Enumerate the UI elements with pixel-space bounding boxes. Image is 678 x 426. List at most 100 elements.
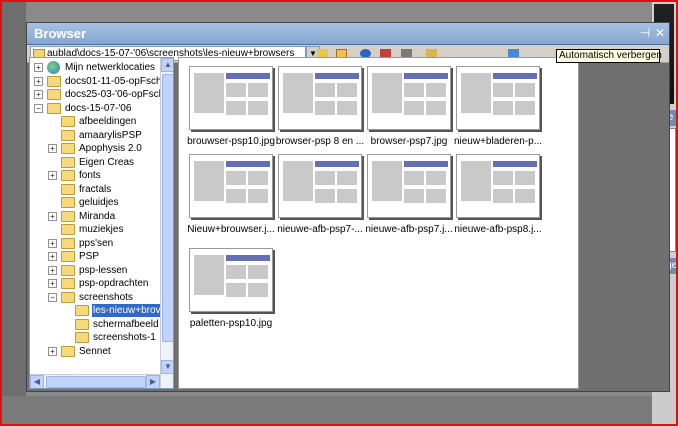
folder-icon	[61, 143, 75, 154]
tree-item-label: fractals	[79, 183, 112, 195]
thumbnail-item[interactable]: nieuwe-afb-psp7-...	[276, 154, 364, 244]
thumbnail-item[interactable]: nieuwe-afb-psp7.j...	[365, 154, 453, 244]
thumbnail-detail	[404, 171, 424, 185]
close-icon[interactable]: ✕	[654, 27, 666, 40]
tree-item-label: psp-opdrachten	[79, 278, 149, 289]
thumbnail-detail	[226, 265, 246, 279]
expand-icon[interactable]: +	[34, 76, 43, 86]
scroll-thumb[interactable]	[162, 74, 173, 342]
thumbnail-image[interactable]	[367, 154, 451, 218]
thumbnail-detail	[461, 161, 491, 201]
scroll-up-arrow[interactable]: ▲	[161, 58, 173, 72]
folder-icon	[61, 116, 75, 127]
folder-icon	[61, 345, 75, 357]
scroll-left-arrow[interactable]: ◀	[30, 375, 44, 388]
expand-icon[interactable]: +	[48, 252, 57, 261]
scroll-right-arrow[interactable]: ▶	[146, 375, 160, 388]
tree-item-label: screenshots	[79, 291, 133, 303]
thumbnail-item[interactable]: paletten-psp10.jpg	[187, 248, 275, 338]
tree-item-label: Eigen Creas	[79, 156, 135, 168]
folder-icon	[61, 183, 75, 195]
thumbnail-detail	[404, 83, 424, 97]
thumbnail-image[interactable]	[367, 66, 451, 130]
thumbnail-detail	[226, 101, 246, 115]
collapse-icon[interactable]: −	[48, 292, 57, 302]
tree-horizontal-scrollbar[interactable]: ◀ ▶	[30, 374, 160, 388]
network-globe-icon	[47, 61, 60, 74]
thumbnail-image[interactable]	[456, 66, 540, 130]
folder-icon	[61, 237, 75, 249]
collapse-icon[interactable]: −	[34, 103, 43, 113]
workspace-bottom	[2, 396, 654, 424]
expand-icon[interactable]: +	[34, 63, 43, 72]
expand-icon[interactable]: +	[48, 279, 57, 288]
thumbnail-detail	[315, 189, 335, 203]
thumbnail-image[interactable]	[189, 154, 273, 218]
thumbnail-detail	[194, 161, 224, 201]
thumbnail-caption: nieuwe-afb-psp8.j...	[454, 224, 542, 235]
thumbnail-item[interactable]: Nieuw+brouwser.j...	[187, 154, 275, 244]
thumbnail-image[interactable]	[189, 66, 273, 130]
tree-item-label: Sennet	[79, 345, 111, 357]
browser-titlebar[interactable]: Browser ⊣ ✕	[27, 23, 669, 45]
thumbnail-detail	[493, 101, 513, 115]
tree-item-label: Miranda	[79, 210, 116, 222]
browser-window: Browser ⊣ ✕ aublad\docs-15-07-'06\screen…	[26, 22, 670, 392]
folder-tree[interactable]: + Sennet screenshots-1 schermafbeeld les-nie…	[29, 57, 174, 389]
thumbnail-detail	[372, 73, 402, 113]
thumbnail-detail	[194, 73, 224, 113]
thumbnail-detail	[493, 161, 537, 167]
thumbnail-image[interactable]	[278, 154, 362, 218]
scroll-down-arrow[interactable]: ▼	[161, 360, 173, 374]
thumbnail-detail	[426, 189, 446, 203]
folder-icon	[61, 291, 75, 303]
expand-icon[interactable]: +	[48, 238, 57, 248]
thumbnail-detail	[315, 161, 359, 167]
folder-icon	[61, 197, 75, 208]
thumbnail-item[interactable]: nieuwe-afb-psp8.j...	[454, 154, 542, 244]
tree-vertical-scrollbar[interactable]: ▲ ▼	[160, 58, 173, 388]
thumbnail-detail	[226, 83, 246, 97]
pin-icon[interactable]: ⊣	[639, 27, 651, 40]
thumbnail-image[interactable]	[189, 248, 273, 312]
thumbnail-detail	[337, 101, 357, 115]
thumbnail-detail	[337, 189, 357, 203]
thumbnail-detail	[248, 171, 268, 185]
expand-icon[interactable]: +	[48, 265, 57, 275]
expand-icon[interactable]: +	[34, 90, 43, 99]
thumbnail-image[interactable]	[278, 66, 362, 130]
tree-item-label: pps'sen	[79, 237, 114, 249]
tree-item-label: Mijn netwerklocaties	[65, 62, 156, 73]
tree-item-label: fonts	[79, 170, 101, 181]
thumbnail-caption: nieuw+bladeren-p...	[453, 136, 543, 147]
thumbnail-detail	[461, 73, 491, 113]
expand-icon[interactable]: +	[48, 211, 57, 221]
thumbnail-item[interactable]: brouwser-psp10.jpg	[187, 66, 275, 156]
folder-icon	[47, 102, 61, 114]
thumbnail-detail	[194, 255, 224, 295]
thumbnail-detail	[248, 83, 268, 97]
thumbnail-detail	[248, 265, 268, 279]
thumbnail-detail	[426, 83, 446, 97]
tree-item-label: PSP	[79, 251, 100, 262]
workspace-left	[2, 2, 26, 424]
tree-item-label: screenshots-1	[93, 332, 156, 343]
thumbnail-detail	[515, 83, 535, 97]
scroll-thumb-horizontal[interactable]	[46, 376, 146, 388]
thumbnail-item[interactable]: browser-psp 8 en ...	[276, 66, 364, 156]
folder-icon	[47, 89, 61, 100]
thumbnail-detail	[404, 73, 448, 79]
thumbnail-detail	[226, 73, 270, 79]
expand-icon[interactable]: +	[48, 346, 57, 356]
expand-icon[interactable]: +	[48, 144, 57, 153]
thumbnail-item[interactable]: browser-psp7.jpg	[365, 66, 453, 156]
thumbnail-detail	[404, 189, 424, 203]
expand-icon[interactable]: +	[48, 171, 57, 180]
thumbnail-detail	[493, 171, 513, 185]
thumbnail-detail	[404, 101, 424, 115]
thumbnail-detail	[248, 283, 268, 297]
thumbnail-item[interactable]: nieuw+bladeren-p...	[454, 66, 542, 156]
window-title: Browser	[34, 26, 87, 41]
thumbnail-detail	[493, 83, 513, 97]
thumbnail-image[interactable]	[456, 154, 540, 218]
